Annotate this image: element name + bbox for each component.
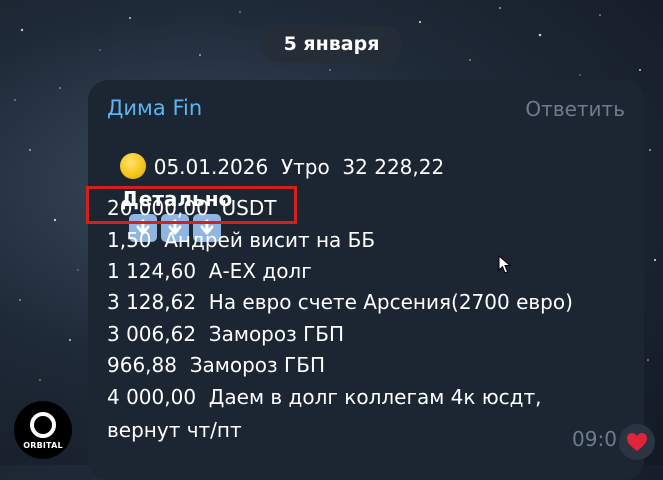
message-author[interactable]: Дима Fin	[107, 96, 202, 120]
avatar-label: ORBITAL	[23, 441, 63, 450]
message-line: 4 000,00 Даем в долг коллегам 4к юсдт,	[107, 385, 542, 409]
message-line: 1 124,60 А-EX долг	[107, 259, 312, 283]
message-line: 1,50 Андрей висит на ББ	[107, 228, 376, 252]
avatar[interactable]: ORBITAL	[14, 401, 72, 459]
orbital-logo-icon	[30, 412, 56, 438]
message-line: вернут чт/пт	[107, 418, 242, 442]
reply-button[interactable]: Ответить	[525, 97, 625, 121]
mouse-cursor-icon	[498, 255, 512, 274]
date-separator: 5 января	[261, 25, 402, 63]
message-time: 09:0	[572, 427, 617, 451]
heart-reaction-button[interactable]	[619, 424, 655, 460]
heart-icon	[627, 433, 647, 451]
message-line: 3 128,62 На евро счете Арсения(2700 евро…	[107, 290, 573, 314]
red-highlight-box	[86, 186, 297, 224]
message-line: 3 006,62 Замороз ГБП	[107, 322, 345, 346]
message-line: 966,88 Замороз ГБП	[107, 353, 325, 377]
